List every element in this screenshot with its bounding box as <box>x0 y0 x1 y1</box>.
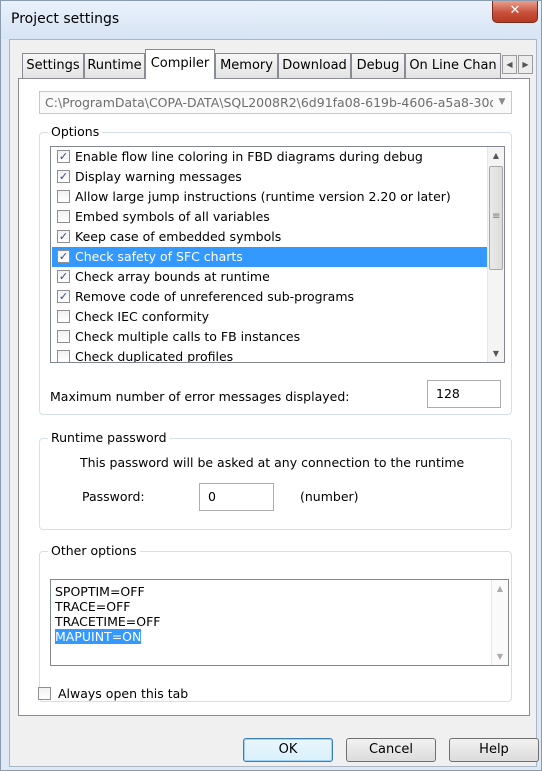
window-title: Project settings <box>11 11 120 27</box>
option-label: Keep case of embedded symbols <box>75 229 282 244</box>
close-icon: ✕ <box>509 3 521 18</box>
other-options-scrollbar[interactable]: ▲ ▼ <box>491 580 508 665</box>
chevron-down-icon[interactable]: ▼ <box>493 92 511 113</box>
options-scrollbar[interactable]: ▲ ≡ ▼ <box>487 147 504 362</box>
option-check-sfc-safety[interactable]: ✓ Check safety of SFC charts <box>52 247 488 267</box>
checkbox[interactable]: ✓ <box>57 150 70 163</box>
tab-runtime[interactable]: Runtime <box>84 53 145 78</box>
scroll-down-icon[interactable]: ▼ <box>488 345 504 362</box>
other-options-label: Other options <box>48 543 140 558</box>
help-button[interactable]: Help <box>449 738 539 762</box>
always-open-label: Always open this tab <box>58 686 189 701</box>
password-label: Password: <box>82 489 145 504</box>
checkbox[interactable] <box>57 310 70 323</box>
tab-settings[interactable]: Settings <box>22 53 84 78</box>
project-settings-dialog: Project settings ✕ Settings Runtime Comp… <box>0 0 542 771</box>
chevron-left-icon: ◀ <box>506 60 513 69</box>
checkbox[interactable]: ✓ <box>57 170 70 183</box>
tab-debug[interactable]: Debug <box>351 53 405 78</box>
scroll-down-icon[interactable]: ▼ <box>492 648 508 665</box>
checkbox[interactable] <box>57 190 70 203</box>
other-options-textarea[interactable]: SPOPTIM=OFF TRACE=OFF TRACETIME=OFF MAPU… <box>50 579 509 666</box>
options-checklist[interactable]: ✓ Enable flow line coloring in FBD diagr… <box>50 146 505 363</box>
options-group: Options ✓ Enable flow line coloring in F… <box>39 124 512 415</box>
ok-button[interactable]: OK <box>243 738 333 762</box>
option-embed-symbols[interactable]: Embed symbols of all variables <box>52 207 488 227</box>
option-label: Enable flow line coloring in FBD diagram… <box>75 149 423 164</box>
checkbox[interactable] <box>57 330 70 343</box>
scroll-up-icon[interactable]: ▲ <box>492 580 508 597</box>
project-path-value: C:\ProgramData\COPA-DATA\SQL2008R2\6d91f… <box>45 95 498 110</box>
checkbox[interactable]: ✓ <box>57 270 70 283</box>
option-check-iec[interactable]: Check IEC conformity <box>52 307 488 327</box>
tab-memory[interactable]: Memory <box>215 53 278 78</box>
option-flow-line-coloring[interactable]: ✓ Enable flow line coloring in FBD diagr… <box>52 147 488 167</box>
password-input[interactable]: 0 <box>199 483 274 511</box>
option-label: Display warning messages <box>75 169 242 184</box>
runtime-password-label: Runtime password <box>48 430 170 445</box>
option-keep-case[interactable]: ✓ Keep case of embedded symbols <box>52 227 488 247</box>
option-check-multiple-calls[interactable]: Check multiple calls to FB instances <box>52 327 488 347</box>
tab-strip: Settings Runtime Compiler Memory Downloa… <box>10 49 538 79</box>
option-label: Check array bounds at runtime <box>75 269 270 284</box>
option-label: Check IEC conformity <box>75 309 210 324</box>
option-label: Check multiple calls to FB instances <box>75 329 301 344</box>
option-large-jumps[interactable]: Allow large jump instructions (runtime v… <box>52 187 488 207</box>
other-option-line: SPOPTIM=OFF <box>55 584 145 599</box>
password-info-text: This password will be asked at any conne… <box>80 455 465 470</box>
option-label: Check safety of SFC charts <box>75 249 243 264</box>
title-bar[interactable]: Project settings ✕ <box>1 1 541 39</box>
scroll-up-icon[interactable]: ▲ <box>488 147 504 164</box>
checkbox[interactable] <box>57 350 70 362</box>
tab-compiler[interactable]: Compiler <box>145 49 215 79</box>
always-open-checkbox[interactable] <box>38 687 51 700</box>
close-button[interactable]: ✕ <box>492 1 538 23</box>
checkbox[interactable]: ✓ <box>57 250 70 263</box>
compiler-tab-page: C:\ProgramData\COPA-DATA\SQL2008R2\6d91f… <box>18 78 530 716</box>
tab-scroll-left-button[interactable]: ◀ <box>502 55 517 74</box>
dialog-client-area: Settings Runtime Compiler Memory Downloa… <box>9 39 539 767</box>
checkbox[interactable]: ✓ <box>57 230 70 243</box>
always-open-tab-option[interactable]: Always open this tab <box>38 685 238 703</box>
chevron-right-icon: ▶ <box>522 60 529 69</box>
option-label: Allow large jump instructions (runtime v… <box>75 189 451 204</box>
other-options-group: Other options SPOPTIM=OFF TRACE=OFF TRAC… <box>39 543 512 702</box>
other-option-line: TRACETIME=OFF <box>55 614 161 629</box>
other-option-line-selected: MAPUINT=ON <box>55 629 142 644</box>
max-errors-label: Maximum number of error messages display… <box>50 389 350 404</box>
option-check-duplicated-profiles[interactable]: Check duplicated profiles <box>52 347 488 363</box>
max-errors-input[interactable]: 128 <box>427 380 501 408</box>
checkbox[interactable]: ✓ <box>57 290 70 303</box>
option-display-warnings[interactable]: ✓ Display warning messages <box>52 167 488 187</box>
option-remove-unreferenced[interactable]: ✓ Remove code of unreferenced sub-progra… <box>52 287 488 307</box>
password-unit-text: (number) <box>300 489 359 504</box>
grip-icon: ≡ <box>492 211 501 222</box>
options-group-label: Options <box>48 124 103 139</box>
option-label: Embed symbols of all variables <box>75 209 270 224</box>
option-label: Check duplicated profiles <box>75 349 234 363</box>
cancel-button[interactable]: Cancel <box>346 738 436 762</box>
tab-scroll-right-button[interactable]: ▶ <box>518 55 533 74</box>
checkbox[interactable] <box>57 210 70 223</box>
other-option-line: TRACE=OFF <box>55 599 131 614</box>
tab-download[interactable]: Download <box>278 53 351 78</box>
option-label: Remove code of unreferenced sub-programs <box>75 289 355 304</box>
tab-on-line-changes[interactable]: On Line Chan <box>405 53 501 78</box>
runtime-password-group: Runtime password This password will be a… <box>39 430 512 530</box>
option-check-array-bounds[interactable]: ✓ Check array bounds at runtime <box>52 267 488 287</box>
project-path-combo[interactable]: C:\ProgramData\COPA-DATA\SQL2008R2\6d91f… <box>39 91 512 114</box>
scrollbar-thumb[interactable]: ≡ <box>489 166 503 270</box>
